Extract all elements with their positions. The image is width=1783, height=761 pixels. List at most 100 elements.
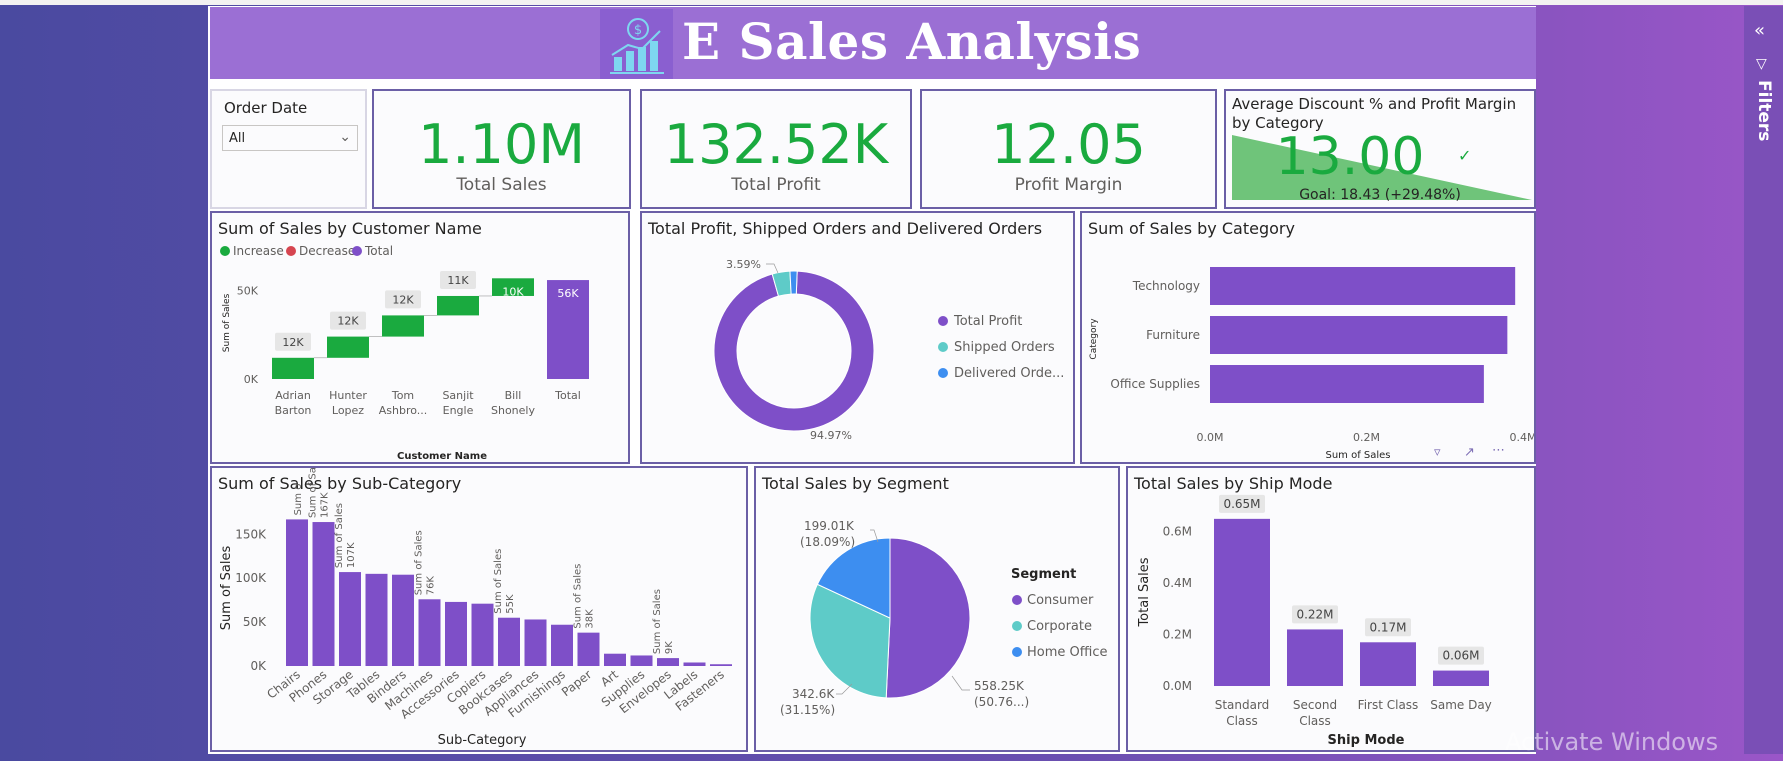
legend-label: Delivered Orde... (954, 366, 1064, 381)
subcategory-bar (339, 572, 361, 666)
data-label-name: Sum of Sales (308, 468, 319, 518)
y-axis-label: Category (1089, 318, 1099, 360)
data-label: 38K (585, 609, 596, 629)
data-label-name: Sum of Sales (573, 564, 584, 629)
waterfall-chart: Increase Decrease Total 0K 50K Sum of Sales 12… (220, 244, 589, 462)
x-tick-label: Class (1299, 714, 1331, 728)
x-tick-label: Engle (443, 404, 474, 417)
category-bar (1210, 316, 1508, 354)
data-label: Sum o (293, 484, 304, 516)
donut-slice (789, 270, 798, 295)
filter-icon[interactable]: ▿ (1434, 445, 1441, 460)
subcategory-bar (445, 601, 467, 666)
y-tick-label: 50K (237, 285, 259, 298)
waterfall-bar (437, 295, 479, 316)
data-label: 76K (426, 576, 437, 596)
legend-marker (938, 368, 948, 378)
collapse-pane-icon[interactable]: « (1754, 20, 1765, 41)
data-label: 0.22M (1296, 607, 1333, 621)
filters-pane-label[interactable]: Filters (1754, 80, 1774, 141)
x-tick-label: 0.4M (1510, 431, 1534, 444)
kpi-value: 1.10M (418, 113, 585, 176)
y-tick-label: 0K (244, 373, 259, 386)
legend-marker (938, 342, 948, 352)
donut-chart: 94.97% 3.59% Total Profit Shipped Orders Del… (713, 258, 1064, 442)
page-title: E Sales Analysis (682, 12, 1142, 71)
x-tick-label: Same Day (1430, 698, 1492, 712)
y-tick-label: 0.6M (1163, 525, 1192, 539)
donut-chart-card: Total Profit, Shipped Orders and Deliver… (640, 211, 1075, 464)
data-label: 94.97% (810, 429, 852, 442)
shipmode-bar-chart: 0.0M 0.2M 0.4M 0.6M Total Sales 0.65M Standard… (1137, 494, 1492, 748)
subcategory-bar-chart: 0K50K100K150KSum of SalesChairsPhonesSto… (219, 468, 732, 748)
waterfall-bar (272, 357, 314, 379)
kpi-card-profit-margin: 12.05 Profit Margin (920, 89, 1217, 209)
focus-mode-icon[interactable]: ↗ (1464, 445, 1475, 460)
legend-marker (1012, 595, 1022, 605)
data-label-name: Sum of Sales (652, 589, 663, 654)
y-axis-label: Total Sales (1137, 557, 1152, 627)
data-label: 107K (346, 542, 357, 568)
legend-label: Total (364, 244, 393, 258)
x-tick-label: Standard (1215, 698, 1270, 712)
data-label: 55K (505, 594, 516, 614)
gauge-title-line1: Average Discount % and Profit Margin (1232, 95, 1517, 113)
slicer-value: All (229, 131, 246, 146)
waterfall-bar (327, 336, 369, 358)
y-tick-label: Technology (1132, 279, 1200, 293)
activation-watermark: Activate Windows (1505, 728, 1719, 756)
y-tick-label: 50K (243, 615, 267, 629)
shipmode-bar-chart-card: Total Sales by Ship Mode 0.0M 0.2M 0.4M 0.6… (1126, 466, 1536, 752)
x-tick-label: Adrian (275, 389, 311, 402)
y-tick-label: 0K (250, 659, 267, 673)
subcategory-bar (392, 574, 414, 666)
legend-marker (1012, 621, 1022, 631)
category-bar (1210, 267, 1516, 305)
data-label: 0.17M (1369, 620, 1406, 634)
segment-pie-chart: 558.25K (50.76...) 342.6K (31.15%) 199.01K (1… (780, 519, 1107, 717)
x-tick-label: First Class (1358, 698, 1419, 712)
legend-label: Home Office (1027, 645, 1107, 660)
x-tick-label: Paper (559, 667, 594, 699)
data-label: 56K (557, 287, 579, 300)
data-label-name: Sum of Sales (493, 549, 504, 614)
leader-line (766, 263, 779, 274)
check-icon: ✓ (1458, 146, 1472, 165)
subcategory-bar (683, 662, 706, 666)
subcategory-bar (657, 658, 679, 666)
legend-marker (220, 246, 230, 256)
x-axis-label: Customer Name (397, 451, 487, 462)
subcategory-bar (710, 664, 732, 666)
legend-marker (938, 316, 948, 326)
y-tick-label: 0.2M (1163, 628, 1192, 642)
category-bar-chart-card: Sum of Sales by Category Technology Furni… (1080, 211, 1536, 464)
x-tick-label: Ashbro... (379, 404, 428, 417)
data-label: 9K (664, 641, 675, 654)
gauge-value: 13.00 (1275, 127, 1425, 187)
y-axis-label: Sum of Sales (219, 546, 234, 631)
legend-marker (352, 246, 362, 256)
x-tick-label: 0.2M (1353, 431, 1380, 444)
data-label: 3.59% (726, 258, 761, 271)
shipmode-bar (1433, 670, 1489, 686)
category-bar (1210, 365, 1484, 403)
kpi-value: 12.05 (991, 113, 1146, 176)
kpi-card-total-profit: 132.52K Total Profit (640, 89, 912, 209)
kpi-card-total-sales: 1.10M Total Sales (372, 89, 631, 209)
x-tick-label: Tom (391, 389, 414, 402)
kpi-label: Total Profit (731, 175, 821, 195)
kpi-label: Profit Margin (1014, 175, 1123, 195)
legend-marker (286, 246, 296, 256)
data-label: 199.01K (804, 519, 855, 533)
ribbon-strip (0, 0, 1783, 5)
data-label: 12K (282, 336, 304, 349)
shipmode-bar (1360, 642, 1416, 686)
data-label: 342.6K (792, 687, 835, 701)
data-label: 0.06M (1442, 649, 1479, 663)
shipmode-bar (1287, 629, 1343, 686)
x-tick-label: Hunter (329, 389, 367, 402)
kpi-value: 132.52K (663, 113, 889, 176)
more-options-icon[interactable]: ⋯ (1492, 443, 1505, 458)
x-tick-label: Sanjit (442, 389, 474, 402)
order-date-dropdown[interactable]: All ⌄ (222, 125, 358, 151)
